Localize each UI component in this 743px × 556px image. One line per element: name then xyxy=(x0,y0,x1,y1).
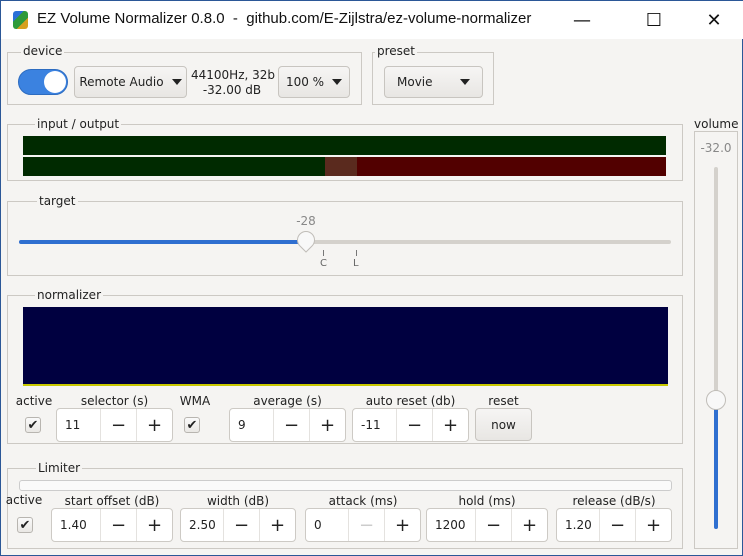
start-offset-input[interactable]: 1.40 xyxy=(52,509,100,541)
app-icon xyxy=(13,11,28,29)
normalizer-graph xyxy=(23,307,668,386)
input-meter xyxy=(23,136,666,155)
wma-label: WMA xyxy=(179,394,211,408)
maximize-button[interactable]: ☐ xyxy=(631,1,677,39)
limiter-label: Limiter xyxy=(36,461,83,475)
release-minus-button[interactable]: − xyxy=(599,509,635,541)
minimize-button[interactable]: — xyxy=(559,1,605,39)
scale-value: 100 % xyxy=(285,75,325,89)
wma-checkbox[interactable]: ✔ xyxy=(184,417,200,433)
hold-input[interactable]: 1200 xyxy=(427,509,475,541)
device-name: Remote Audio xyxy=(79,75,164,89)
target-group xyxy=(7,201,683,276)
selector-minus-button[interactable]: − xyxy=(100,409,136,441)
tick-c xyxy=(323,250,324,256)
hold-spinner[interactable]: 1200 − + xyxy=(426,508,548,542)
width-minus-button[interactable]: − xyxy=(223,509,259,541)
release-plus-button[interactable]: + xyxy=(635,509,671,541)
volume-slider-thumb[interactable] xyxy=(706,390,726,410)
release-input[interactable]: 1.20 xyxy=(557,509,599,541)
limiter-active-label: active xyxy=(5,493,43,507)
width-input[interactable]: 2.50 xyxy=(181,509,223,541)
volume-value: -32.0 xyxy=(700,141,732,155)
average-label: average (s) xyxy=(253,394,322,408)
close-button[interactable]: ✕ xyxy=(691,1,737,39)
device-label: device xyxy=(21,44,65,58)
selector-spinner[interactable]: 11 − + xyxy=(56,408,173,442)
chevron-down-icon xyxy=(171,79,182,85)
preset-label: preset xyxy=(375,44,418,58)
tick-l xyxy=(356,250,357,256)
target-slider[interactable] xyxy=(19,240,671,244)
reset-now-button[interactable]: now xyxy=(475,408,532,441)
width-spinner[interactable]: 2.50 − + xyxy=(180,508,296,542)
reset-label: reset xyxy=(488,394,519,408)
title-bar: EZ Volume Normalizer 0.8.0 - github.com/… xyxy=(1,1,743,39)
start-offset-minus-button[interactable]: − xyxy=(100,509,136,541)
attack-label: attack (ms) xyxy=(328,494,398,508)
selector-plus-button[interactable]: + xyxy=(136,409,172,441)
attack-plus-button[interactable]: + xyxy=(384,509,420,541)
auto-reset-plus-button[interactable]: + xyxy=(432,409,468,441)
width-plus-button[interactable]: + xyxy=(259,509,295,541)
device-format: 44100Hz, 32b xyxy=(191,68,276,82)
start-offset-spinner[interactable]: 1.40 − + xyxy=(51,508,173,542)
hold-minus-button[interactable]: − xyxy=(475,509,511,541)
limiter-active-checkbox[interactable]: ✔ xyxy=(17,517,33,533)
chevron-down-icon xyxy=(460,79,470,85)
scale-dropdown[interactable]: 100 % xyxy=(278,66,350,98)
tick-label-c: C xyxy=(320,258,327,269)
attack-minus-button[interactable]: − xyxy=(348,509,384,541)
chevron-down-icon xyxy=(332,79,343,85)
selector-label: selector (s) xyxy=(80,394,149,408)
output-meter xyxy=(23,157,666,176)
hold-label: hold (ms) xyxy=(458,494,516,508)
normalizer-active-checkbox[interactable]: ✔ xyxy=(25,417,41,433)
volume-slider[interactable] xyxy=(714,167,718,529)
attack-input[interactable]: 0 xyxy=(306,509,348,541)
hold-plus-button[interactable]: + xyxy=(511,509,547,541)
target-value: -28 xyxy=(296,214,316,228)
preset-dropdown[interactable]: Movie xyxy=(384,66,483,98)
device-toggle[interactable] xyxy=(18,69,68,95)
volume-label: volume xyxy=(692,117,741,131)
start-offset-label: start offset (dB) xyxy=(64,494,160,508)
release-spinner[interactable]: 1.20 − + xyxy=(556,508,672,542)
device-dropdown[interactable]: Remote Audio xyxy=(74,66,187,98)
auto-reset-spinner[interactable]: -11 − + xyxy=(352,408,469,442)
average-input[interactable]: 9 xyxy=(230,409,273,441)
preset-value: Movie xyxy=(397,75,433,89)
release-label: release (dB/s) xyxy=(572,494,656,508)
average-minus-button[interactable]: − xyxy=(273,409,309,441)
target-label: target xyxy=(37,194,78,208)
start-offset-plus-button[interactable]: + xyxy=(136,509,172,541)
width-label: width (dB) xyxy=(206,494,270,508)
average-spinner[interactable]: 9 − + xyxy=(229,408,346,442)
normalizer-active-label: active xyxy=(15,394,53,408)
selector-input[interactable]: 11 xyxy=(57,409,100,441)
limiter-meter xyxy=(19,480,672,491)
auto-reset-label: auto reset (db) xyxy=(365,394,456,408)
attack-spinner[interactable]: 0 − + xyxy=(305,508,421,542)
tick-label-l: L xyxy=(353,258,359,269)
normalizer-label: normalizer xyxy=(35,288,103,302)
io-label: input / output xyxy=(35,117,122,131)
window-title: EZ Volume Normalizer 0.8.0 - github.com/… xyxy=(37,10,532,27)
average-plus-button[interactable]: + xyxy=(309,409,345,441)
auto-reset-minus-button[interactable]: − xyxy=(396,409,432,441)
device-level: -32.00 dB xyxy=(202,83,262,97)
auto-reset-input[interactable]: -11 xyxy=(353,409,396,441)
